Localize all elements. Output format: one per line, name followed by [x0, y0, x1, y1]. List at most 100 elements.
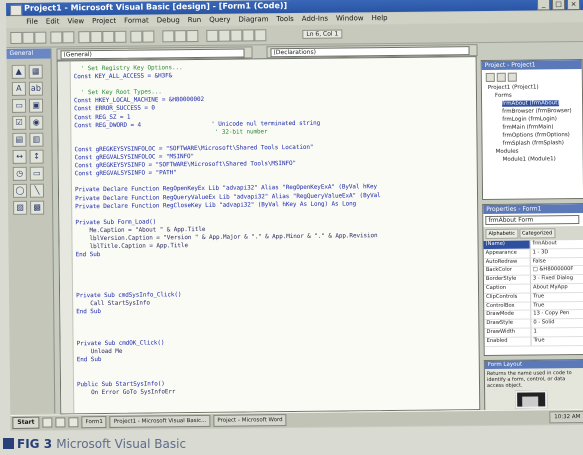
- menu-item-project[interactable]: Project: [92, 16, 116, 27]
- toolbox-tool-4-icon[interactable]: ▭: [12, 98, 27, 113]
- project-tree-node[interactable]: frmBrowser (frmBrowser): [502, 108, 572, 115]
- property-value[interactable]: True: [531, 302, 583, 310]
- minimize-button[interactable]: _: [536, 0, 551, 11]
- property-value[interactable]: True: [532, 337, 583, 345]
- stop-icon[interactable]: [186, 29, 199, 43]
- properties-tabs: Alphabetic Categorized: [483, 225, 583, 242]
- toolbox-tool-5-icon[interactable]: ▣: [29, 98, 44, 113]
- property-value[interactable]: 1 - 3D: [531, 249, 583, 257]
- start-icon[interactable]: [162, 30, 175, 43]
- object-browser-icon[interactable]: [242, 29, 255, 42]
- property-value[interactable]: 0 - Solid: [531, 319, 583, 327]
- project-tree-node[interactable]: Forms: [495, 93, 512, 99]
- find-icon[interactable]: [114, 30, 127, 43]
- menu-item-edit[interactable]: Edit: [46, 16, 60, 27]
- toolbox-tool-17-icon[interactable]: ▩: [30, 200, 45, 215]
- properties-tab-categorized[interactable]: Categorized: [518, 228, 556, 239]
- project-tree-node[interactable]: Modules: [496, 149, 519, 155]
- toolbox-tool-0-icon[interactable]: ▲: [11, 64, 26, 79]
- toolbox-icon[interactable]: [254, 29, 267, 42]
- app-icon[interactable]: [10, 4, 23, 16]
- clock[interactable]: 10:32 AM: [549, 410, 583, 424]
- toolbox-tool-3-icon[interactable]: ab: [28, 81, 43, 96]
- toolbox-tool-11-icon[interactable]: ↕: [29, 149, 44, 164]
- properties-grid: (Name) frmAbout Appearance 1 - 3D AutoRedraw…: [483, 239, 583, 347]
- toolbox-tool-16-icon[interactable]: ▨: [13, 200, 28, 215]
- property-value[interactable]: 1: [531, 328, 583, 336]
- view-code-icon[interactable]: [485, 72, 495, 82]
- undo-icon[interactable]: [130, 30, 143, 43]
- project-tree-node[interactable]: Project1 (Project1): [488, 84, 539, 91]
- open-icon[interactable]: [50, 31, 63, 44]
- menu-item-query[interactable]: Query: [209, 15, 230, 26]
- menu-item-diagram[interactable]: Diagram: [238, 14, 268, 25]
- properties-object-combo[interactable]: frmAbout Form: [485, 215, 580, 225]
- properties-tab-alphabetic[interactable]: Alphabetic: [485, 228, 519, 239]
- toolbox-tool-12-icon[interactable]: ◷: [12, 166, 27, 181]
- taskbar-task-button[interactable]: Form1: [81, 415, 107, 429]
- figure-label: FIG 3: [17, 437, 53, 451]
- view-object-icon[interactable]: [496, 72, 506, 82]
- object-combo[interactable]: (General): [60, 48, 245, 59]
- toolbox-tool-9-icon[interactable]: ▥: [29, 132, 44, 147]
- toolbox-tool-8-icon[interactable]: ▤: [12, 132, 27, 147]
- mail-icon[interactable]: [68, 417, 79, 428]
- code-editor[interactable]: ' Set Registry Key Options... Const KEY_A…: [56, 56, 481, 415]
- menu-item-add-ins[interactable]: Add-Ins: [302, 14, 328, 25]
- menu-item-debug[interactable]: Debug: [157, 15, 180, 26]
- menu-editor-icon[interactable]: [34, 31, 47, 44]
- project-tree-node[interactable]: frmOptions (frmOptions): [502, 132, 569, 139]
- property-value[interactable]: □ &H8000000F: [531, 266, 583, 274]
- taskbar-task-button[interactable]: Project1 - Microsoft Visual Basic...: [109, 414, 211, 428]
- form-layout-icon[interactable]: [230, 29, 243, 42]
- project-tree-node[interactable]: frmSplash (frmSplash): [502, 140, 563, 147]
- properties-icon[interactable]: [218, 29, 231, 42]
- toolbox-tool-1-icon[interactable]: ▦: [28, 64, 43, 79]
- menu-item-file[interactable]: File: [26, 17, 38, 28]
- toolbox-tool-13-icon[interactable]: ▭: [29, 166, 44, 181]
- toolbox-tool-6-icon[interactable]: ☑: [12, 115, 27, 130]
- project-tree-node[interactable]: frmAbout (frmAbout): [502, 100, 560, 107]
- project-tree-node[interactable]: frmLogin (frmLogin): [502, 116, 557, 123]
- menu-item-run[interactable]: Run: [188, 15, 202, 26]
- property-value[interactable]: 13 - Copy Pen: [531, 310, 583, 318]
- form-position-preview[interactable]: [515, 390, 548, 409]
- project-tree-node[interactable]: frmMain (frmMain): [502, 124, 553, 131]
- toggle-folders-icon[interactable]: [507, 72, 517, 82]
- taskbar-task-button[interactable]: Project - Microsoft Word: [213, 414, 287, 427]
- start-button[interactable]: Start: [12, 416, 40, 429]
- property-value[interactable]: True: [531, 293, 583, 301]
- toolbox-tool-10-icon[interactable]: ↔: [12, 149, 27, 164]
- redo-icon[interactable]: [142, 30, 155, 43]
- property-value[interactable]: About MyApp: [531, 284, 583, 292]
- toolbox-tool-14-icon[interactable]: ◯: [12, 183, 28, 198]
- paste-icon[interactable]: [102, 30, 115, 43]
- add-project-icon[interactable]: [10, 31, 23, 44]
- desktop-icon[interactable]: [42, 417, 53, 428]
- save-icon[interactable]: [62, 31, 75, 44]
- menu-item-window[interactable]: Window: [336, 13, 364, 24]
- close-button[interactable]: ×: [566, 0, 581, 11]
- property-value[interactable]: frmAbout: [531, 240, 583, 248]
- procedure-combo[interactable]: (Declarations): [270, 45, 470, 57]
- toolbox-tool-15-icon[interactable]: ╲: [29, 183, 45, 198]
- maximize-button[interactable]: □: [551, 0, 566, 11]
- menu-item-view[interactable]: View: [67, 16, 84, 27]
- property-value[interactable]: False: [531, 258, 583, 266]
- property-value[interactable]: 3 - Fixed Dialog: [531, 275, 583, 283]
- browser-icon[interactable]: [55, 417, 66, 428]
- menu-item-tools[interactable]: Tools: [276, 14, 293, 25]
- add-form-icon[interactable]: [22, 31, 35, 44]
- project-explorer-icon[interactable]: [206, 29, 219, 42]
- copy-icon[interactable]: [90, 30, 103, 44]
- property-row[interactable]: Enabled True: [484, 336, 583, 347]
- project-tree-node[interactable]: Module1 (Module1): [503, 156, 556, 163]
- pause-icon[interactable]: [174, 30, 187, 43]
- menu-item-format[interactable]: Format: [124, 16, 149, 27]
- cut-icon[interactable]: [78, 31, 91, 44]
- toolbox-tool-7-icon[interactable]: ◉: [29, 115, 44, 130]
- menu-item-help[interactable]: Help: [372, 13, 388, 24]
- property-name: BorderStyle: [483, 275, 531, 284]
- property-name: AutoRedraw: [483, 258, 531, 267]
- toolbox-tool-2-icon[interactable]: A: [11, 81, 26, 96]
